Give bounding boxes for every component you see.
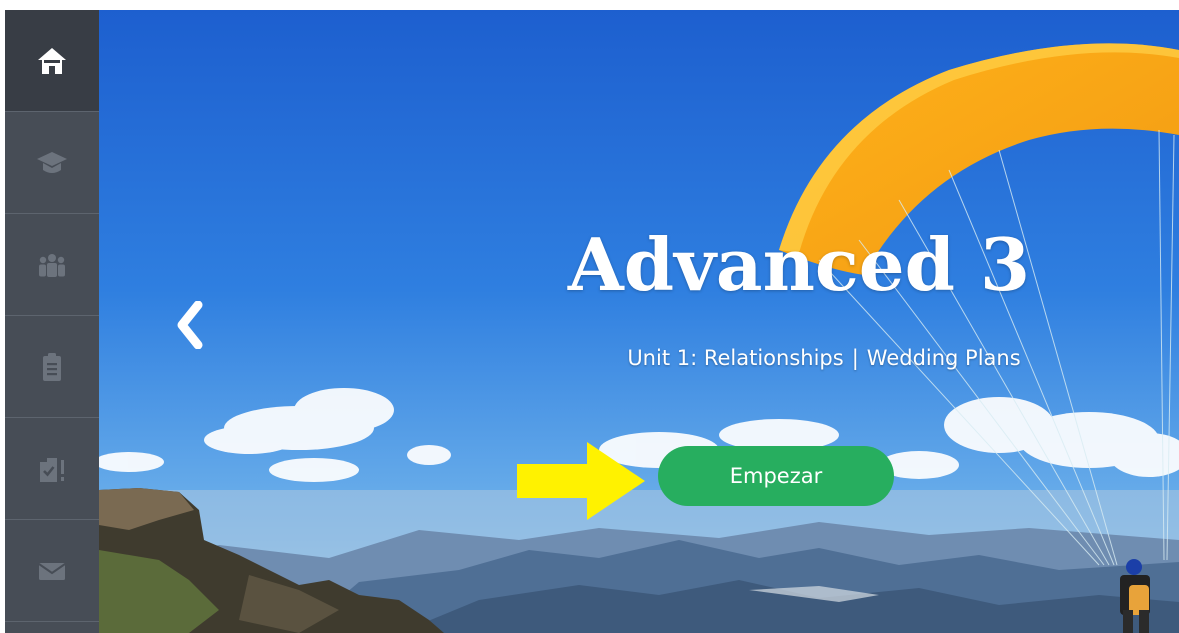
hero-banner: Advanced 3 Unit 1: Relationships | Wedding… <box>99 10 1179 633</box>
clipboard-icon <box>43 352 61 381</box>
arrow-right-icon <box>517 442 645 520</box>
home-icon <box>38 47 66 74</box>
sidebar <box>5 10 99 633</box>
app-frame: Advanced 3 Unit 1: Relationships | Wedding… <box>5 10 1179 633</box>
start-button[interactable]: Empezar <box>658 446 894 506</box>
unit-label: Unit 1: Relationships <box>627 346 844 370</box>
sidebar-item-groups[interactable] <box>5 214 99 315</box>
sidebar-item-assignments[interactable] <box>5 316 99 417</box>
course-title: Advanced 3 <box>567 222 1031 307</box>
envelope-icon <box>38 562 66 580</box>
graduation-cap-icon <box>37 151 67 173</box>
sidebar-divider <box>5 621 99 622</box>
chevron-left-icon <box>177 301 203 349</box>
lesson-label: Wedding Plans <box>866 346 1021 370</box>
sidebar-item-home[interactable] <box>5 10 99 111</box>
lesson-subtitle: Unit 1: Relationships | Wedding Plans <box>494 346 1154 370</box>
tasks-icon <box>40 457 64 482</box>
sidebar-item-courses[interactable] <box>5 112 99 213</box>
group-icon <box>39 253 65 277</box>
previous-slide-button[interactable] <box>169 300 209 350</box>
sidebar-item-messages[interactable] <box>5 520 99 621</box>
sidebar-item-tasks[interactable] <box>5 418 99 519</box>
hero-background-image <box>99 10 1179 633</box>
subtitle-separator: | <box>851 346 859 370</box>
